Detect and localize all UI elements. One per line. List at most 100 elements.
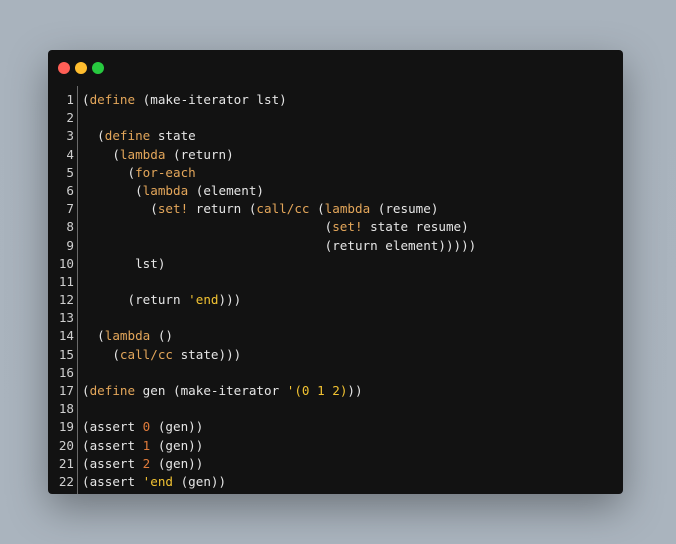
code-token: (gen)) (173, 473, 227, 489)
quoted-token: '(0 1 2) (286, 383, 348, 398)
line-number: 21 (58, 455, 74, 471)
keyword-token: lambda (142, 182, 189, 198)
keyword-token: set! (157, 201, 189, 217)
code-token: (gen)) (150, 419, 204, 435)
code-line: 12 (return 'end))) (48, 291, 623, 309)
code-token: (assert (82, 473, 143, 489)
code-token: (gen)) (150, 455, 204, 471)
code-token: (make-iterator lst) (135, 92, 287, 107)
code-token: ( (82, 182, 143, 198)
keyword-token: set! (332, 219, 363, 235)
line-number: 1 (66, 92, 74, 107)
code-line: 4 (lambda (return) (48, 146, 623, 164)
minimize-button[interactable] (75, 62, 87, 74)
code-token: (resume) (370, 201, 439, 217)
code-line: 13 (48, 309, 623, 327)
title-bar (48, 50, 623, 86)
code-window: 1 (define (make-iterator lst) 2 3 (define s… (48, 50, 623, 494)
code-line: 19 (assert 0 (gen)) (48, 418, 623, 436)
line-number: 17 (58, 383, 74, 398)
keyword-token: lambda (104, 328, 151, 344)
code-token: ( (82, 328, 105, 344)
line-number: 15 (58, 346, 74, 362)
code-token: return ( (188, 201, 257, 217)
code-token: (assert (82, 437, 143, 453)
quoted-token: 'end (188, 292, 219, 308)
code-token: gen (make-iterator (135, 383, 287, 398)
quoted-token: 'end (142, 473, 174, 489)
keyword-token: call/cc (119, 346, 173, 362)
code-line: 17 (define gen (make-iterator '(0 1 2))) (48, 382, 623, 400)
line-number: 12 (58, 292, 74, 308)
code-text: (set! return (call/cc (lambda (resume) (82, 200, 438, 218)
keyword-token: define (104, 128, 151, 144)
line-number: 6 (66, 182, 74, 198)
code-token: lst) (82, 255, 166, 271)
line-number: 10 (58, 255, 74, 271)
code-editor[interactable]: 1 (define (make-iterator lst) 2 3 (define s… (48, 86, 623, 494)
code-line: 1 (define (make-iterator lst) (48, 91, 623, 109)
code-line: 21 (assert 2 (gen)) (48, 455, 623, 473)
code-line: 9 (return element))))) (48, 237, 623, 255)
code-text: (call/cc state))) (82, 346, 241, 364)
code-text: (define state (82, 127, 196, 145)
code-token: ( (82, 128, 105, 144)
code-line: 18 (48, 400, 623, 418)
code-text: (lambda (return) (82, 146, 233, 164)
code-token: ( (82, 92, 90, 107)
line-number: 19 (58, 419, 74, 435)
code-line: 8 (set! state resume) (48, 218, 623, 236)
code-token: (assert (82, 455, 143, 471)
code-text: (return element))))) (82, 237, 477, 255)
line-number: 8 (66, 219, 74, 235)
code-token: ( (82, 201, 158, 217)
code-text: (assert 1 (gen)) (82, 437, 203, 455)
line-number: 2 (66, 110, 74, 126)
code-text: (define gen (make-iterator '(0 1 2))) (82, 382, 363, 400)
code-text: (assert 'end (gen)) (82, 473, 226, 491)
code-line: 16 (48, 364, 623, 382)
code-text: (assert 2 (gen)) (82, 455, 203, 473)
line-number: 14 (58, 328, 74, 344)
code-token: ( (82, 146, 120, 162)
keyword-token: call/cc (256, 201, 310, 217)
code-line: 22 (assert 'end (gen)) (48, 473, 623, 491)
keyword-token: lambda (119, 146, 166, 162)
code-text: lst) (82, 255, 165, 273)
code-token: )) (347, 383, 363, 398)
code-text: (set! state resume) (82, 218, 469, 236)
maximize-button[interactable] (92, 62, 104, 74)
code-token: (element) (188, 182, 264, 198)
line-number: 11 (58, 273, 74, 289)
code-lines: 1 (define (make-iterator lst) 2 3 (define s… (48, 91, 623, 491)
code-line: 20 (assert 1 (gen)) (48, 437, 623, 455)
code-token: ( (82, 383, 90, 398)
code-token: state))) (173, 346, 242, 362)
code-line: 3 (define state (48, 127, 623, 145)
code-token: ( (82, 346, 120, 362)
keyword-token: define (89, 383, 136, 398)
code-text: (for-each (82, 164, 196, 182)
line-number: 13 (58, 310, 74, 326)
code-token: () (150, 328, 173, 344)
code-text: (lambda () (82, 327, 173, 345)
code-token: ( (82, 219, 333, 235)
line-number: 16 (58, 364, 74, 380)
line-number: 18 (58, 401, 74, 417)
code-text: (define (make-iterator lst) (82, 91, 287, 109)
line-number: 22 (58, 473, 74, 489)
code-token: ( (309, 201, 325, 217)
line-number: 4 (66, 146, 74, 162)
line-number: 3 (66, 128, 74, 144)
code-line: 11 (48, 273, 623, 291)
code-token: (gen)) (150, 437, 204, 453)
code-token: state resume) (362, 219, 469, 235)
code-token: (assert (82, 419, 143, 435)
code-token: (return element))))) (82, 237, 477, 253)
close-button[interactable] (58, 62, 70, 74)
code-line: 5 (for-each (48, 164, 623, 182)
code-text: (return 'end))) (82, 291, 241, 309)
code-token: (return (82, 292, 189, 308)
keyword-token: for-each (135, 164, 196, 180)
code-token: ( (82, 164, 136, 180)
